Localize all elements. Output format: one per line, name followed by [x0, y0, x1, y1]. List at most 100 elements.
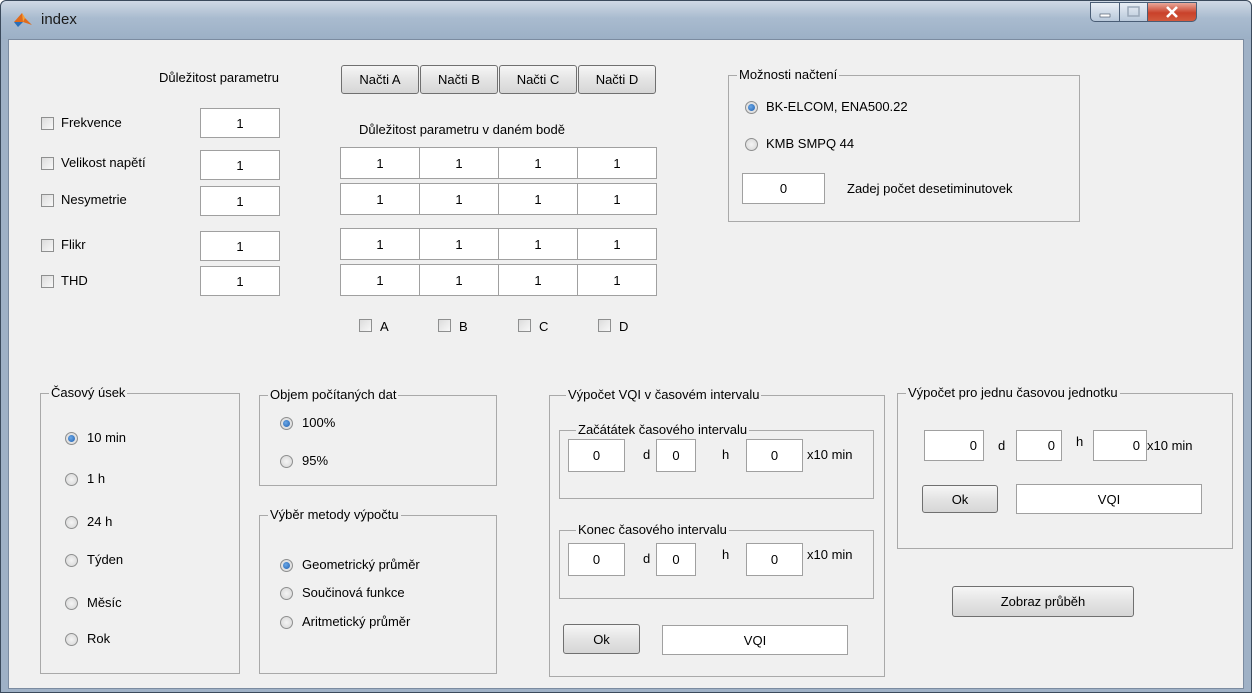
- volume-95-radio[interactable]: [280, 455, 293, 468]
- time-1h-radio[interactable]: [65, 473, 78, 486]
- grid-cell[interactable]: 1: [498, 228, 578, 260]
- point-b-checkbox[interactable]: [438, 319, 451, 332]
- single-ok-button[interactable]: Ok: [922, 485, 998, 513]
- close-button[interactable]: [1147, 2, 1197, 22]
- vqi-single-group: Výpočet pro jednu časovou jednotku 0 d 0…: [897, 385, 1233, 549]
- start-hours-input[interactable]: 0: [656, 439, 696, 472]
- product-function-radio[interactable]: [280, 587, 293, 600]
- geometric-mean-radio[interactable]: [280, 559, 293, 572]
- interval-start-title: Začátátek časového intervalu: [576, 422, 750, 437]
- flikr-label: Flikr: [61, 237, 86, 252]
- point-a-label: A: [380, 319, 389, 334]
- frekvence-weight-input[interactable]: 1: [200, 108, 280, 138]
- single-hours-unit: h: [1076, 434, 1084, 449]
- point-importance-title: Důležitost parametru v daném bodě: [359, 122, 565, 137]
- velikost-napeti-label: Velikost napětí: [61, 155, 146, 170]
- time-month-label: Měsíc: [87, 595, 122, 610]
- start-minutes-input[interactable]: 0: [746, 439, 803, 472]
- matlab-icon: [14, 13, 32, 27]
- interval-vqi-output: VQI: [662, 625, 848, 655]
- time-10min-radio[interactable]: [65, 432, 78, 445]
- single-hours-input[interactable]: 0: [1016, 430, 1062, 461]
- ten-minute-count-input[interactable]: 0: [742, 173, 825, 204]
- point-b-label: B: [459, 319, 468, 334]
- grid-cell[interactable]: 1: [340, 228, 420, 260]
- grid-cell[interactable]: 1: [498, 183, 578, 215]
- frekvence-checkbox[interactable]: [41, 117, 54, 130]
- frekvence-label: Frekvence: [61, 115, 122, 130]
- grid-cell[interactable]: 1: [498, 147, 578, 179]
- end-days-unit: d: [643, 551, 651, 566]
- method-title: Výběr metody výpočtu: [268, 507, 401, 522]
- start-hours-unit: h: [722, 447, 730, 462]
- time-year-radio[interactable]: [65, 633, 78, 646]
- time-section-title: Časový úsek: [49, 385, 128, 400]
- bk-elcom-radio[interactable]: [745, 101, 758, 114]
- interval-ok-button[interactable]: Ok: [563, 624, 640, 654]
- method-group: Výběr metody výpočtu Geometrický průměr …: [259, 507, 497, 674]
- start-days-input[interactable]: 0: [568, 439, 625, 472]
- load-a-button[interactable]: Načti A: [341, 65, 419, 94]
- time-month-radio[interactable]: [65, 597, 78, 610]
- grid-cell[interactable]: 1: [340, 264, 420, 296]
- point-d-checkbox[interactable]: [598, 319, 611, 332]
- vqi-single-title: Výpočet pro jednu časovou jednotku: [906, 385, 1120, 400]
- velikost-napeti-weight-input[interactable]: 1: [200, 150, 280, 180]
- time-1h-label: 1 h: [87, 471, 106, 486]
- start-days-unit: d: [643, 447, 651, 462]
- point-c-checkbox[interactable]: [518, 319, 531, 332]
- kmb-smpq-radio[interactable]: [745, 138, 758, 151]
- point-a-checkbox[interactable]: [359, 319, 372, 332]
- grid-cell[interactable]: 1: [419, 264, 499, 296]
- grid-cell[interactable]: 1: [577, 264, 657, 296]
- load-b-button[interactable]: Načti B: [420, 65, 498, 94]
- end-hours-input[interactable]: 0: [656, 543, 696, 576]
- grid-cell[interactable]: 1: [498, 264, 578, 296]
- time-10min-label: 10 min: [87, 430, 127, 445]
- grid-cell[interactable]: 1: [419, 228, 499, 260]
- app-window: index Důležitost parametru Načti A Načti…: [0, 0, 1252, 693]
- maximize-button[interactable]: [1119, 2, 1148, 22]
- start-minutes-unit: x10 min: [807, 447, 853, 462]
- thd-checkbox[interactable]: [41, 275, 54, 288]
- time-week-label: Týden: [87, 552, 124, 567]
- geometric-mean-label: Geometrický průměr: [302, 557, 420, 572]
- minimize-button[interactable]: [1090, 2, 1120, 22]
- end-minutes-unit: x10 min: [807, 547, 853, 562]
- flikr-weight-input[interactable]: 1: [200, 231, 280, 261]
- load-options-group: Možnosti načtení BK-ELCOM, ENA500.22 KMB…: [728, 67, 1080, 222]
- nesymetrie-weight-input[interactable]: 1: [200, 186, 280, 216]
- single-days-input[interactable]: 0: [924, 430, 984, 461]
- velikost-napeti-checkbox[interactable]: [41, 157, 54, 170]
- single-vqi-output: VQI: [1016, 484, 1202, 514]
- grid-cell[interactable]: 1: [577, 183, 657, 215]
- title-bar[interactable]: index: [1, 1, 1251, 39]
- grid-cell[interactable]: 1: [577, 228, 657, 260]
- load-d-button[interactable]: Načti D: [578, 65, 656, 94]
- time-24h-label: 24 h: [87, 514, 113, 529]
- single-minutes-input[interactable]: 0: [1093, 430, 1147, 461]
- end-minutes-input[interactable]: 0: [746, 543, 803, 576]
- flikr-checkbox[interactable]: [41, 239, 54, 252]
- grid-cell[interactable]: 1: [340, 147, 420, 179]
- grid-cell[interactable]: 1: [577, 147, 657, 179]
- point-d-label: D: [619, 319, 629, 334]
- vqi-interval-title: Výpočet VQI v časovém intervalu: [566, 387, 762, 402]
- grid-cell[interactable]: 1: [419, 183, 499, 215]
- volume-100-label: 100%: [302, 415, 336, 430]
- window-title: index: [41, 11, 77, 28]
- point-c-label: C: [539, 319, 549, 334]
- grid-cell[interactable]: 1: [419, 147, 499, 179]
- data-volume-title: Objem počítaných dat: [268, 387, 399, 402]
- show-progress-button[interactable]: Zobraz průběh: [952, 586, 1134, 617]
- grid-cell[interactable]: 1: [340, 183, 420, 215]
- volume-100-radio[interactable]: [280, 417, 293, 430]
- thd-weight-input[interactable]: 1: [200, 266, 280, 296]
- end-days-input[interactable]: 0: [568, 543, 625, 576]
- time-24h-radio[interactable]: [65, 516, 78, 529]
- load-c-button[interactable]: Načti C: [499, 65, 577, 94]
- time-week-radio[interactable]: [65, 554, 78, 567]
- arithmetic-mean-radio[interactable]: [280, 616, 293, 629]
- nesymetrie-checkbox[interactable]: [41, 194, 54, 207]
- product-function-label: Součinová funkce: [302, 585, 405, 600]
